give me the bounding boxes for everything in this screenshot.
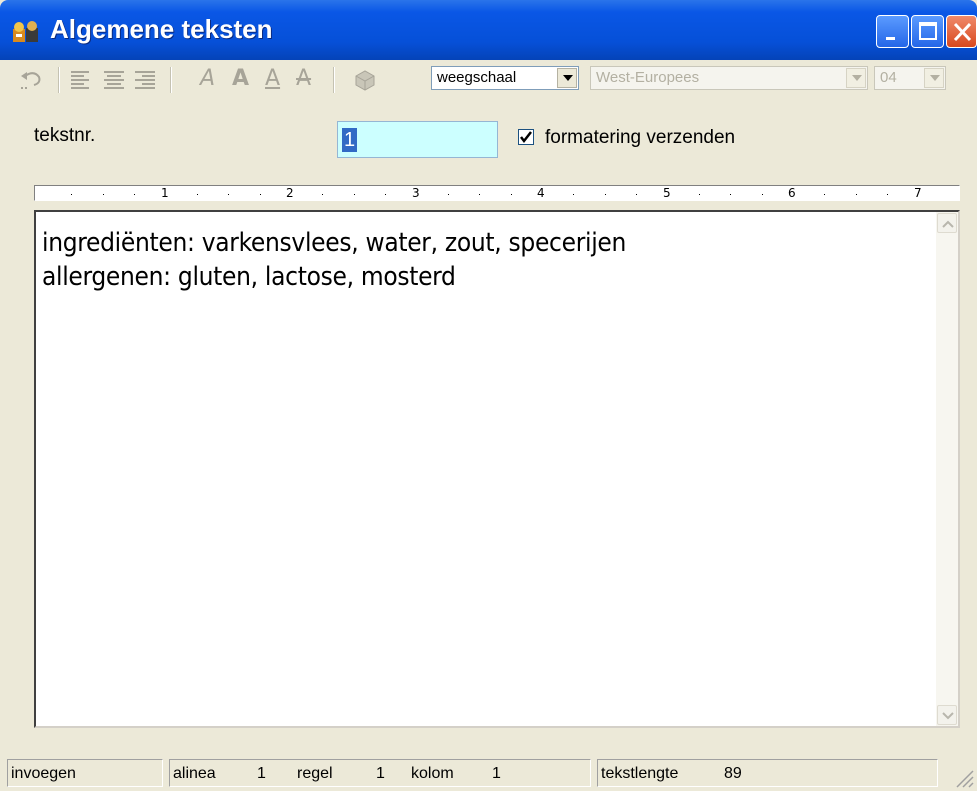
ruler-tick — [856, 194, 857, 195]
ruler-tick — [448, 194, 449, 195]
status-position-panel: alinea 1 regel 1 kolom 1 — [169, 759, 591, 787]
editor-line: allergenen: gluten, lactose, mosterd — [42, 262, 456, 292]
ruler-tick — [699, 194, 700, 195]
align-left-icon — [71, 71, 89, 89]
status-length-panel: tekstlengte 89 — [597, 759, 938, 787]
ruler-tick — [71, 194, 72, 195]
text-number-value: 1 — [342, 128, 358, 152]
italic-button[interactable]: A — [200, 66, 215, 91]
ruler-mark: 3 — [412, 186, 420, 200]
ruler-tick — [354, 194, 355, 195]
ruler-tick — [197, 194, 198, 195]
text-number-label: tekstnr. — [34, 125, 96, 146]
checkmark-icon — [520, 131, 532, 144]
editor-line: ingrediënten: varkensvlees, water, zout,… — [42, 228, 627, 258]
bold-button[interactable]: A — [232, 66, 249, 91]
window-title: Algemene teksten — [50, 14, 273, 44]
close-icon — [953, 22, 972, 42]
ruler-mark: 7 — [914, 186, 922, 200]
chevron-down-icon — [563, 75, 573, 81]
send-button[interactable] — [352, 66, 378, 92]
maximize-icon — [919, 22, 937, 40]
column-label: kolom — [411, 765, 454, 782]
undo-icon — [21, 72, 41, 89]
title-bar[interactable]: Algemene teksten — [0, 0, 977, 60]
charset-select-value: West-Europees — [596, 69, 700, 86]
underline-button[interactable]: A — [265, 66, 280, 91]
line-label: regel — [297, 765, 333, 782]
paragraph-label: alinea — [173, 765, 216, 782]
ruler-tick — [887, 194, 888, 195]
ruler-tick — [385, 194, 386, 195]
code-select[interactable]: 04 — [874, 66, 946, 90]
line-value: 1 — [376, 765, 385, 782]
text-number-input[interactable]: 1 — [337, 121, 498, 158]
ruler-tick — [762, 194, 763, 195]
target-select-arrow[interactable] — [557, 68, 577, 88]
scroll-down-button[interactable] — [937, 705, 957, 725]
ruler-tick — [103, 194, 104, 195]
ruler-mark: 6 — [788, 186, 796, 200]
undo-button[interactable] — [18, 66, 44, 92]
toolbar: A A A A weegschaal West-Europees 04 — [0, 60, 977, 100]
align-center-icon — [104, 71, 124, 89]
ruler-mark: 1 — [161, 186, 169, 200]
align-center-button[interactable] — [101, 66, 127, 92]
status-bar: invoegen alinea 1 regel 1 kolom 1 tekstl… — [0, 755, 977, 791]
scroll-up-button[interactable] — [937, 213, 957, 233]
length-value: 89 — [724, 765, 742, 782]
app-icon[interactable] — [12, 20, 40, 44]
code-select-arrow[interactable] — [924, 68, 944, 88]
chevron-down-icon — [852, 75, 862, 81]
target-select[interactable]: weegschaal — [431, 66, 579, 90]
vertical-scrollbar[interactable] — [936, 212, 958, 726]
align-left-button[interactable] — [68, 66, 94, 92]
align-right-button[interactable] — [132, 66, 158, 92]
strikethrough-button[interactable]: A — [296, 66, 311, 91]
ruler-mark: 2 — [286, 186, 294, 200]
status-mode-panel: invoegen — [7, 759, 163, 787]
format-checkbox-label[interactable]: formatering verzenden — [545, 127, 735, 149]
chevron-down-icon — [930, 75, 940, 81]
target-select-value: weegschaal — [437, 69, 517, 86]
length-label: tekstlengte — [601, 765, 679, 782]
ruler-mark: 5 — [663, 186, 671, 200]
ruler-tick — [573, 194, 574, 195]
minimize-icon — [886, 37, 895, 40]
chevron-down-icon — [942, 712, 954, 720]
ruler-tick — [511, 194, 512, 195]
maximize-button[interactable] — [911, 15, 944, 48]
status-mode: invoegen — [11, 765, 76, 782]
close-button[interactable] — [946, 15, 977, 48]
ruler-tick — [479, 194, 480, 195]
format-checkbox[interactable] — [518, 129, 534, 145]
ruler-tick — [134, 194, 135, 195]
editor-content[interactable]: ingrediënten: varkensvlees, water, zout,… — [42, 226, 626, 294]
resize-grip-icon[interactable] — [953, 767, 975, 789]
code-select-value: 04 — [880, 69, 897, 86]
ruler-tick — [260, 194, 261, 195]
column-value: 1 — [492, 765, 501, 782]
ruler-tick — [730, 194, 731, 195]
minimize-button[interactable] — [876, 15, 909, 48]
charset-select-arrow[interactable] — [846, 68, 866, 88]
ruler-tick — [605, 194, 606, 195]
ruler-tick — [636, 194, 637, 195]
send-icon — [355, 70, 375, 91]
chevron-up-icon — [942, 220, 954, 228]
ruler-tick — [322, 194, 323, 195]
align-right-icon — [135, 71, 155, 89]
paragraph-value: 1 — [257, 765, 266, 782]
ruler-tick — [824, 194, 825, 195]
text-editor[interactable]: ingrediënten: varkensvlees, water, zout,… — [34, 210, 960, 728]
charset-select[interactable]: West-Europees — [590, 66, 868, 90]
ruler: 1 2 3 4 5 6 7 — [34, 185, 960, 201]
ruler-tick — [228, 194, 229, 195]
ruler-mark: 4 — [537, 186, 545, 200]
